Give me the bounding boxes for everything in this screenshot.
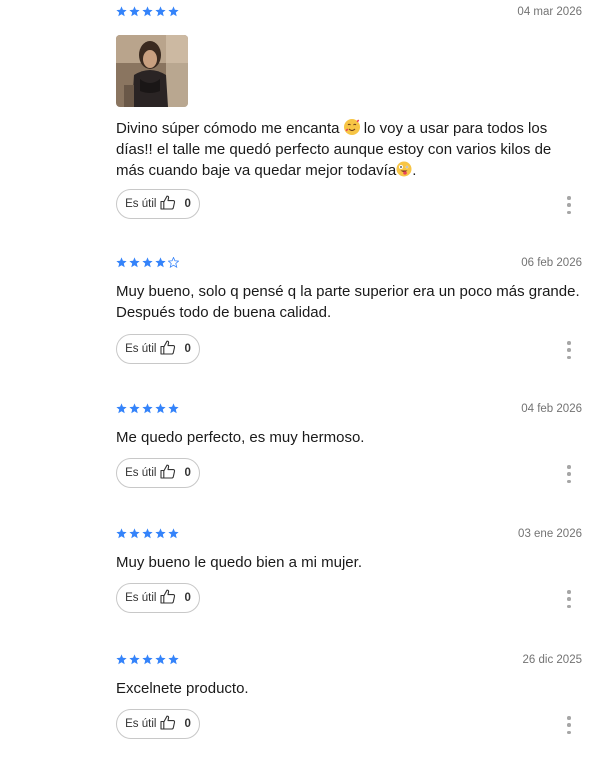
useful-count: 0 xyxy=(184,343,191,355)
review-text-part: . xyxy=(412,162,417,179)
star-filled-icon xyxy=(129,528,140,539)
useful-button[interactable]: Es útil 0 xyxy=(116,583,200,613)
star-filled-icon xyxy=(168,6,179,17)
useful-label: Es útil xyxy=(125,592,157,604)
more-options-icon[interactable] xyxy=(566,590,572,608)
star-filled-icon xyxy=(116,257,127,268)
star-filled-icon xyxy=(155,403,166,414)
review-date: 06 feb 2026 xyxy=(521,257,582,269)
star-filled-icon xyxy=(129,654,140,665)
review-text-part: Divino súper cómodo me encanta xyxy=(116,120,344,137)
review-text: Excelnete producto. xyxy=(116,680,249,697)
thumbs-up-icon xyxy=(160,195,176,213)
star-rating xyxy=(116,654,179,665)
star-filled-icon xyxy=(129,403,140,414)
review-actions: Es útil 0 xyxy=(116,189,582,221)
review-date: 04 mar 2026 xyxy=(517,6,582,18)
star-filled-icon xyxy=(142,654,153,665)
star-filled-icon xyxy=(129,257,140,268)
useful-button[interactable]: Es útil 0 xyxy=(116,189,200,219)
smiling-face-with-hearts-icon xyxy=(343,119,360,135)
useful-count: 0 xyxy=(184,592,191,604)
star-rating xyxy=(116,528,179,539)
star-filled-icon xyxy=(116,6,127,17)
review-header: 06 feb 2026 xyxy=(116,257,582,273)
more-options-icon[interactable] xyxy=(566,716,572,734)
star-filled-icon xyxy=(129,6,140,17)
more-options-icon[interactable] xyxy=(566,341,572,359)
review-header: 04 feb 2026 xyxy=(116,403,582,419)
useful-count: 0 xyxy=(184,198,191,210)
review-header: 03 ene 2026 xyxy=(116,528,582,544)
review-text: Muy bueno le quedo bien a mi mujer. xyxy=(116,554,362,571)
more-options-icon[interactable] xyxy=(566,465,572,483)
useful-label: Es útil xyxy=(125,718,157,730)
useful-label: Es útil xyxy=(125,467,157,479)
review-date: 03 ene 2026 xyxy=(518,528,582,540)
review-item: 04 feb 2026 Me quedo perfecto, es muy he… xyxy=(116,403,582,490)
thumbs-up-icon xyxy=(160,589,176,607)
star-filled-icon xyxy=(116,403,127,414)
star-filled-icon xyxy=(142,6,153,17)
review-item: 04 mar 2026 Divino súper cómodo me encan… xyxy=(116,6,582,221)
review-item: 26 dic 2025 Excelnete producto. Es útil … xyxy=(116,654,582,741)
review-date: 04 feb 2026 xyxy=(521,403,582,415)
star-empty-icon xyxy=(168,257,179,268)
review-actions: Es útil 0 xyxy=(116,458,582,490)
star-filled-icon xyxy=(155,528,166,539)
star-rating xyxy=(116,257,179,268)
useful-button[interactable]: Es útil 0 xyxy=(116,709,200,739)
review-actions: Es útil 0 xyxy=(116,709,582,741)
useful-button[interactable]: Es útil 0 xyxy=(116,458,200,488)
review-text: Me quedo perfecto, es muy hermoso. xyxy=(116,429,365,446)
review-text: Muy bueno, solo q pensé q la parte super… xyxy=(116,283,580,321)
review-photo-thumbnail[interactable] xyxy=(116,35,188,107)
star-rating xyxy=(116,403,179,414)
star-filled-icon xyxy=(168,654,179,665)
star-filled-icon xyxy=(155,257,166,268)
review-item: 06 feb 2026 Muy bueno, solo q pensé q la… xyxy=(116,257,582,366)
review-photo xyxy=(116,35,188,107)
star-filled-icon xyxy=(142,403,153,414)
useful-label: Es útil xyxy=(125,198,157,210)
useful-count: 0 xyxy=(184,718,191,730)
thumbs-up-icon xyxy=(160,340,176,358)
review-actions: Es útil 0 xyxy=(116,334,582,366)
star-filled-icon xyxy=(116,528,127,539)
star-filled-icon xyxy=(155,6,166,17)
star-filled-icon xyxy=(142,257,153,268)
star-filled-icon xyxy=(155,654,166,665)
star-filled-icon xyxy=(168,403,179,414)
useful-label: Es útil xyxy=(125,343,157,355)
review-header: 04 mar 2026 xyxy=(116,6,582,22)
star-filled-icon xyxy=(142,528,153,539)
more-options-icon[interactable] xyxy=(566,196,572,214)
thumbs-up-icon xyxy=(160,715,176,733)
review-item: 03 ene 2026 Muy bueno le quedo bien a mi… xyxy=(116,528,582,615)
review-header: 26 dic 2025 xyxy=(116,654,582,670)
zany-face-icon xyxy=(396,161,412,177)
star-filled-icon xyxy=(116,654,127,665)
thumbs-up-icon xyxy=(160,464,176,482)
star-rating xyxy=(116,6,179,17)
star-filled-icon xyxy=(168,528,179,539)
review-date: 26 dic 2025 xyxy=(522,654,582,666)
review-text: Divino súper cómodo me encanta lo voy a … xyxy=(116,118,582,181)
review-actions: Es útil 0 xyxy=(116,583,582,615)
useful-count: 0 xyxy=(184,467,191,479)
useful-button[interactable]: Es útil 0 xyxy=(116,334,200,364)
